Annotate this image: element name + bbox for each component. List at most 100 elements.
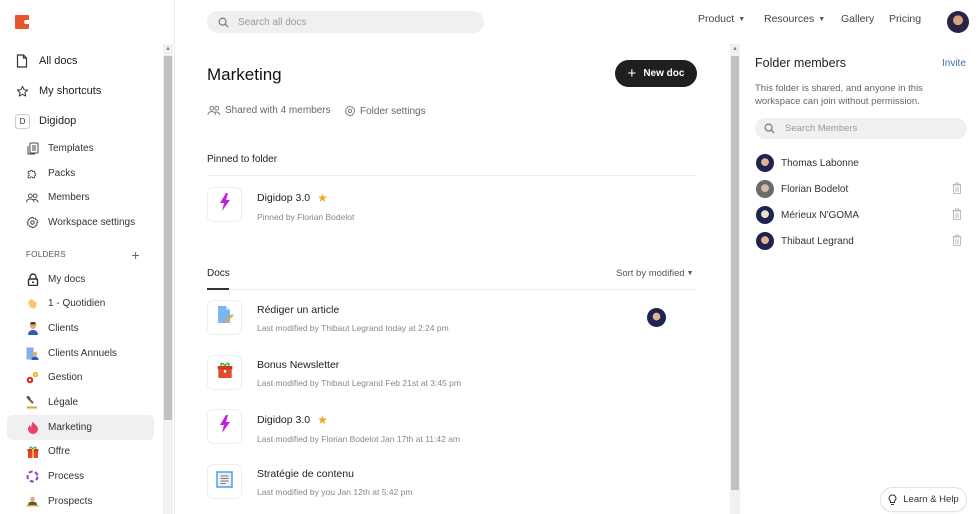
- nav-gallery[interactable]: Gallery: [841, 13, 874, 25]
- search-members-input[interactable]: Search Members: [755, 118, 967, 139]
- member-row: Thomas Labonne: [756, 153, 966, 173]
- nav-product[interactable]: Product ▼: [698, 13, 745, 25]
- sidebar-item-workspace-settings[interactable]: Workspace settings: [0, 210, 160, 235]
- doc-subtitle: Last modified by Florian Bodelot Jan 17t…: [257, 434, 461, 444]
- doc-subtitle: Last modified by Thibaut Legrand today a…: [257, 323, 449, 333]
- sort-dropdown[interactable]: Sort by modified ▼: [616, 268, 694, 279]
- sidebar-item-label: Workspace settings: [48, 216, 136, 228]
- folder-clients-annuels[interactable]: Clients Annuels: [7, 341, 154, 366]
- nav-label: Pricing: [889, 13, 922, 25]
- trash-icon[interactable]: [952, 234, 962, 246]
- doc-item[interactable]: Rédiger un article Last modified by Thib…: [207, 300, 697, 350]
- divider: [207, 175, 697, 176]
- folder-label: Marketing: [48, 421, 92, 433]
- lightbulb-icon: [888, 493, 897, 506]
- search-icon: [764, 123, 775, 134]
- trash-icon[interactable]: [952, 208, 962, 220]
- doc-name: Digidop 3.0: [257, 414, 311, 426]
- pinned-doc-item[interactable]: Digidop 3.0 ★ Pinned by Florian Bodelot: [207, 187, 697, 237]
- member-avatar: [756, 180, 774, 198]
- nav-pricing[interactable]: Pricing: [889, 13, 921, 25]
- sidebar-item-templates[interactable]: Templates: [0, 136, 160, 161]
- sidebar-item-workspace[interactable]: D Digidop: [0, 106, 160, 136]
- folder-offre[interactable]: Offre: [7, 440, 154, 465]
- main-scrollbar-thumb[interactable]: [731, 56, 739, 490]
- doc-name: Stratégie de contenu: [257, 468, 354, 480]
- sidebar-item-members[interactable]: Members: [0, 185, 160, 210]
- doc-item[interactable]: Bonus Newsletter Last modified by Thibau…: [207, 355, 697, 405]
- folder-label: Légale: [48, 397, 79, 409]
- nav-label: Resources: [764, 13, 815, 25]
- nav-label: Gallery: [841, 13, 875, 25]
- folder-clients[interactable]: Clients: [7, 316, 154, 341]
- folder-members-description: This folder is shared, and anyone in thi…: [755, 83, 923, 107]
- folder-prospects[interactable]: Prospects: [7, 489, 154, 514]
- member-name: Thibaut Legrand: [781, 235, 854, 247]
- folder-label: Offre: [48, 446, 71, 458]
- folder-legale[interactable]: Légale: [7, 390, 154, 415]
- search-all-docs-input[interactable]: Search all docs: [207, 11, 484, 33]
- member-name: Thomas Labonne: [781, 157, 859, 169]
- scroll-up-arrow-icon[interactable]: ▲: [730, 46, 740, 52]
- sidebar-scrollbar[interactable]: ▲: [163, 44, 173, 514]
- flame-icon: [26, 421, 39, 434]
- sort-label: Sort by modified: [616, 268, 685, 279]
- sidebar-scrollbar-thumb[interactable]: [164, 56, 172, 420]
- folder-label: 1 - Quotidien: [48, 298, 106, 310]
- chevron-down-icon: ▼: [686, 270, 694, 277]
- folder-members-title: Folder members: [755, 56, 846, 70]
- folder-my-docs[interactable]: My docs: [7, 267, 154, 292]
- app-logo[interactable]: [15, 15, 29, 29]
- scroll-up-arrow-icon[interactable]: ▲: [163, 46, 173, 52]
- sidebar-nav: All docs My shortcuts D Digidop Template…: [0, 46, 160, 514]
- folder-process[interactable]: Process: [7, 464, 154, 489]
- sidebar-item-my-shortcuts[interactable]: My shortcuts: [0, 76, 160, 106]
- puzzle-icon: [26, 167, 39, 180]
- folder-label: Gestion: [48, 372, 83, 384]
- add-folder-icon[interactable]: +: [132, 247, 140, 263]
- folder-label: Clients: [48, 322, 79, 334]
- main-scrollbar[interactable]: ▲: [730, 44, 740, 514]
- new-doc-label: New doc: [643, 68, 685, 79]
- folders-header: FOLDERS +: [0, 243, 160, 267]
- folders-header-label: FOLDERS: [26, 250, 66, 260]
- folder-gestion[interactable]: Gestion: [7, 366, 154, 391]
- members-icon: [26, 191, 39, 204]
- folder-label: Clients Annuels: [48, 347, 117, 359]
- doc-subtitle: Pinned by Florian Bodelot: [257, 212, 355, 222]
- folder-settings-link[interactable]: Folder settings: [344, 105, 426, 117]
- user-avatar[interactable]: [947, 11, 969, 33]
- document-pencil-icon: [216, 305, 234, 330]
- star-icon: [15, 84, 29, 98]
- folder-label: Prospects: [48, 495, 93, 507]
- learn-help-label: Learn & Help: [903, 494, 959, 505]
- sidebar-item-packs[interactable]: Packs: [0, 161, 160, 186]
- trash-icon[interactable]: [952, 182, 962, 194]
- doc-item[interactable]: Digidop 3.0 ★ Last modified by Florian Bo…: [207, 409, 697, 459]
- search-placeholder: Search all docs: [238, 16, 307, 28]
- doc-name: Digidop 3.0: [257, 192, 311, 204]
- member-avatar: [756, 232, 774, 250]
- tab-docs[interactable]: Docs: [207, 268, 230, 279]
- folder-marketing[interactable]: Marketing: [7, 414, 154, 440]
- sidebar-item-label: Members: [48, 192, 90, 204]
- folder-label: Process: [48, 471, 85, 483]
- nav-resources[interactable]: Resources ▼: [764, 13, 825, 25]
- invite-button[interactable]: Invite: [942, 58, 966, 69]
- folder-label: My docs: [48, 273, 86, 285]
- lightning-icon: [219, 415, 231, 438]
- doc-item[interactable]: Stratégie de contenu Last modified by yo…: [207, 464, 697, 514]
- sidebar-item-all-docs[interactable]: All docs: [0, 46, 160, 76]
- folder-quotidien[interactable]: 1 - Quotidien: [7, 291, 154, 316]
- waving-hand-icon: [26, 297, 39, 310]
- gears-icon: [26, 371, 39, 384]
- folder-settings-label: Folder settings: [360, 105, 426, 117]
- star-icon[interactable]: ★: [317, 413, 328, 427]
- nav-label: Product: [698, 13, 735, 25]
- star-icon[interactable]: ★: [317, 191, 328, 205]
- new-doc-button[interactable]: + New doc: [615, 60, 697, 87]
- member-row: Mérieux N'GOMA: [756, 205, 966, 225]
- sidebar-item-label: Packs: [48, 167, 76, 179]
- learn-help-button[interactable]: Learn & Help: [880, 487, 967, 512]
- shared-members-link[interactable]: Shared with 4 members: [207, 105, 331, 116]
